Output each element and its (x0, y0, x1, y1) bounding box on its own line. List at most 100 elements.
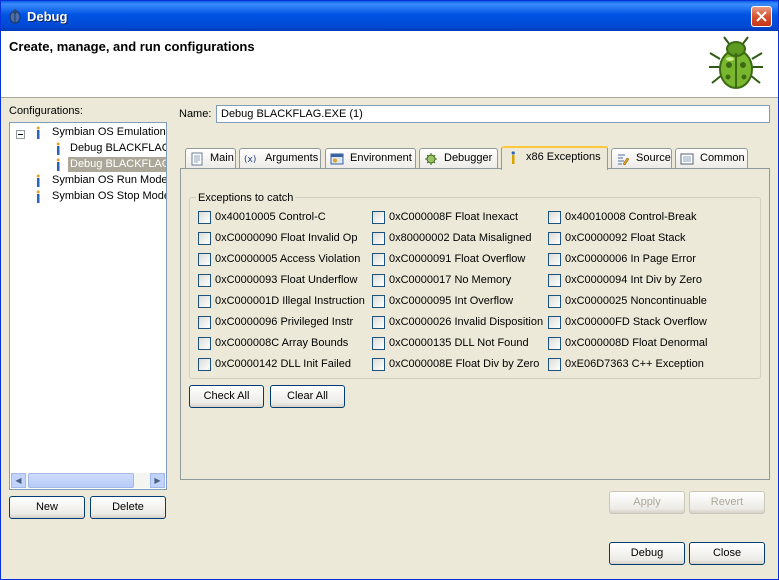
tab-source[interactable]: Source (611, 148, 672, 169)
checkbox-label: 0xC000008C Array Bounds (215, 337, 349, 349)
collapse-icon[interactable] (16, 130, 25, 139)
delete-button[interactable]: Delete (90, 496, 166, 519)
checkbox-icon[interactable] (372, 211, 385, 224)
tab-common[interactable]: Common (675, 148, 748, 169)
configurations-label: Configurations: (9, 105, 83, 117)
checkbox-label: 0xC0000017 No Memory (389, 274, 512, 286)
close-button[interactable]: Close (689, 542, 765, 565)
tree-item-label: Debug BLACKFLAG. (68, 157, 166, 172)
apply-button[interactable]: Apply (609, 491, 685, 514)
checkbox-icon[interactable] (198, 253, 211, 266)
checkbox-icon[interactable] (548, 211, 561, 224)
checkbox-icon[interactable] (372, 232, 385, 245)
checkbox-icon[interactable] (548, 337, 561, 350)
exceptions-icon (511, 151, 515, 164)
checkbox-label: 0xC0000026 Invalid Disposition (389, 316, 544, 328)
checkbox-label: 0xC0000142 DLL Init Failed (215, 358, 351, 370)
checkbox-icon[interactable] (198, 316, 211, 329)
source-icon (618, 154, 630, 166)
revert-button[interactable]: Revert (689, 491, 765, 514)
checkbox-label: 0xC0000096 Privileged Instr (215, 316, 354, 328)
scroll-right-icon[interactable]: ▶ (150, 473, 165, 488)
checkbox-label: 0xC0000025 Noncontinuable (565, 295, 707, 307)
gear-bug-icon (425, 153, 437, 165)
svg-text:(x): (x) (244, 155, 256, 165)
tab-label: Environment (350, 152, 412, 164)
common-icon (680, 153, 694, 165)
tab-label: Arguments (265, 152, 319, 164)
checkbox-label: 0xC000008F Float Inexact (389, 211, 519, 223)
checkbox-label: 0xC0000091 Float Overflow (389, 253, 526, 265)
checkbox-icon[interactable] (372, 358, 385, 371)
checkbox-icon[interactable] (548, 232, 561, 245)
checkbox-label: 0xC000008E Float Div by Zero (389, 358, 540, 370)
header-title: Create, manage, and run configurations (9, 39, 255, 54)
exceptions-group (189, 197, 761, 379)
tab-x86-exceptions[interactable]: x86 Exceptions (501, 146, 608, 170)
scrollbar-thumb[interactable] (28, 473, 134, 488)
tab-main[interactable]: Main (185, 148, 236, 169)
title-bar[interactable]: Debug (1, 1, 778, 31)
symbian-icon (56, 142, 60, 155)
tree-item-label: Symbian OS Run Mode (52, 174, 167, 186)
checkbox-label: 0xC00000FD Stack Overflow (565, 316, 707, 328)
exceptions-group-title: Exceptions to catch (196, 192, 296, 204)
name-input[interactable]: Debug BLACKFLAG.EXE (1) (216, 105, 770, 123)
tree-item-label: Symbian OS Stop Mode (52, 190, 167, 202)
checkbox-icon[interactable] (198, 358, 211, 371)
checkbox-label: 0x80000002 Data Misaligned (389, 232, 532, 244)
checkbox-icon[interactable] (198, 295, 211, 308)
checkbox-label: 0xC0000135 DLL Not Found (389, 337, 529, 349)
horizontal-scrollbar[interactable]: ◀ ▶ (11, 473, 165, 488)
symbian-icon (36, 174, 40, 187)
checkbox-label: 0xE06D7363 C++ Exception (565, 358, 704, 370)
tab-label: Common (700, 152, 745, 164)
tab-label: Debugger (444, 152, 493, 164)
checkbox-label: 0xC0000094 Int Div by Zero (565, 274, 702, 286)
checkbox-icon[interactable] (548, 316, 561, 329)
checkbox-icon[interactable] (372, 253, 385, 266)
tab-label: Source (636, 152, 671, 164)
checkbox-icon[interactable] (198, 232, 211, 245)
checkbox-label: 0xC0000093 Float Underflow (215, 274, 358, 286)
page-icon (191, 152, 203, 166)
tab-debugger[interactable]: Debugger (419, 148, 498, 169)
tab-arguments[interactable]: (x) Arguments (239, 148, 321, 169)
checkbox-label: 0x40010008 Control-Break (565, 211, 697, 223)
checkbox-label: 0xC0000095 Int Overflow (389, 295, 514, 307)
checkbox-icon[interactable] (372, 274, 385, 287)
symbian-icon (36, 190, 40, 203)
checkbox-label: 0xC0000092 Float Stack (565, 232, 686, 244)
checkbox-label: 0xC000001D Illegal Instruction (215, 295, 365, 307)
checkbox-icon[interactable] (198, 274, 211, 287)
checkbox-icon[interactable] (198, 211, 211, 224)
checkbox-icon[interactable] (372, 295, 385, 308)
new-button[interactable]: New (9, 496, 85, 519)
check-all-button[interactable]: Check All (189, 385, 264, 408)
checkbox-icon[interactable] (548, 295, 561, 308)
window-close-button[interactable] (751, 6, 772, 27)
debug-button[interactable]: Debug (609, 542, 685, 565)
debug-dialog: Debug Create, manage, and run configurat… (0, 0, 779, 580)
tab-label: x86 Exceptions (526, 151, 601, 163)
checkbox-label: 0xC0000090 Float Invalid Op (215, 232, 358, 244)
checkbox-icon[interactable] (548, 274, 561, 287)
tab-label: Main (210, 152, 234, 164)
configurations-tree[interactable]: Symbian OS Emulation Debug BLACKFLAG. De… (9, 122, 167, 490)
window-title: Debug (27, 9, 68, 24)
checkbox-icon[interactable] (548, 358, 561, 371)
symbian-icon (56, 158, 60, 171)
scroll-left-icon[interactable]: ◀ (11, 473, 26, 488)
close-icon (756, 11, 767, 22)
checkbox-label: 0xC000008D Float Denormal (565, 337, 708, 349)
checkbox-icon[interactable] (548, 253, 561, 266)
tab-environment[interactable]: Environment (325, 148, 416, 169)
variable-icon: (x) (244, 155, 256, 165)
checkbox-icon[interactable] (372, 316, 385, 329)
checkbox-icon[interactable] (198, 337, 211, 350)
tree-item-label: Symbian OS Emulation (52, 126, 166, 138)
clear-all-button[interactable]: Clear All (270, 385, 345, 408)
checkbox-icon[interactable] (372, 337, 385, 350)
name-label: Name: (179, 108, 212, 120)
debug-bug-icon (9, 9, 21, 24)
